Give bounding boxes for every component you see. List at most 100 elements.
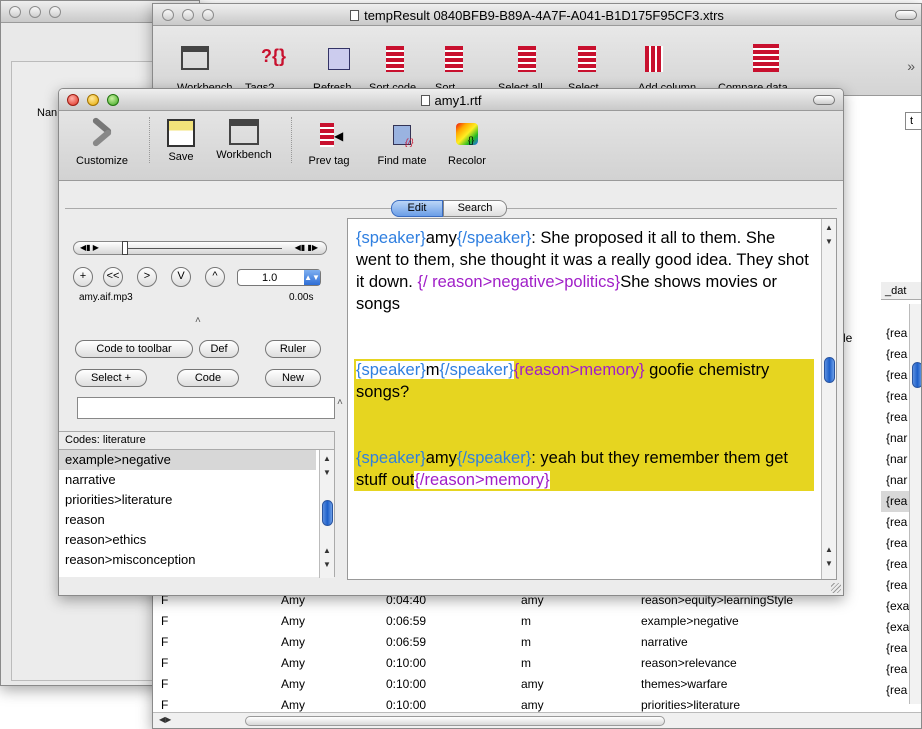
tab-edit[interactable]: Edit bbox=[391, 200, 443, 217]
table-row[interactable]: {nar bbox=[881, 449, 911, 470]
scroll-thumb[interactable] bbox=[912, 362, 921, 388]
new-button[interactable]: New bbox=[265, 369, 321, 387]
save-icon bbox=[167, 119, 195, 147]
rewind-button[interactable]: << bbox=[103, 267, 123, 287]
select-plus-button[interactable]: Select + bbox=[75, 369, 147, 387]
list-item[interactable]: priorities>literature bbox=[59, 490, 316, 510]
table-row[interactable]: {nar bbox=[881, 470, 911, 491]
toolbar-toggle-icon[interactable] bbox=[813, 95, 835, 105]
table-row-selected[interactable]: {rea bbox=[881, 491, 911, 512]
scroll-down-icon[interactable]: ▼ bbox=[825, 237, 833, 246]
select-icon[interactable] bbox=[578, 46, 596, 72]
table-row[interactable]: {rea bbox=[881, 344, 911, 365]
rate-select[interactable]: 1.0 ▲▼ bbox=[237, 269, 321, 286]
codes-scrollbar[interactable]: ▲ ▼ ▲ ▼ bbox=[319, 450, 334, 578]
sort-code-icon[interactable] bbox=[386, 46, 404, 72]
refresh-icon[interactable] bbox=[328, 48, 350, 70]
code-input[interactable] bbox=[77, 397, 335, 419]
table-row[interactable]: {rea bbox=[881, 533, 911, 554]
select-all-icon[interactable] bbox=[518, 46, 536, 72]
scroll-thumb[interactable] bbox=[824, 357, 835, 383]
volume-icon[interactable]: ◀▮ ▶ bbox=[80, 243, 99, 252]
scroll-down-icon[interactable]: ▼ bbox=[825, 559, 833, 568]
transcript-editor[interactable]: {speaker}amy{/speaker}: She proposed it … bbox=[347, 218, 837, 580]
resize-grip-icon[interactable] bbox=[831, 583, 841, 593]
data-column-scrollbar[interactable] bbox=[909, 304, 921, 704]
find-mate-icon: {/} bbox=[385, 119, 419, 151]
audio-time: 0.00s bbox=[289, 292, 314, 303]
table-row[interactable]: F Amy 0:06:59 m narrative bbox=[153, 632, 881, 653]
table-row[interactable]: {exa bbox=[881, 596, 911, 617]
list-item[interactable]: reason bbox=[59, 510, 316, 530]
scroll-thumb[interactable] bbox=[322, 500, 333, 526]
plus-button[interactable]: + bbox=[73, 267, 93, 287]
splitter-caret-icon[interactable]: ˄ bbox=[195, 315, 201, 326]
scrubber-track bbox=[122, 248, 282, 249]
scroll-down-icon[interactable]: ▼ bbox=[323, 468, 331, 477]
audio-scrubber[interactable]: ◀▮ ▶ ◀▮ ▮▶ bbox=[73, 241, 327, 255]
editor-scrollbar[interactable]: ▲ ▼ ▲ ▼ bbox=[821, 219, 836, 579]
table-row[interactable]: F Amy 0:10:00 m reason>relevance bbox=[153, 653, 881, 674]
save-button[interactable]: Save bbox=[159, 119, 203, 163]
scroll-up-icon[interactable]: ▲ bbox=[323, 454, 331, 463]
scroll-up-icon[interactable]: ▲ bbox=[323, 546, 331, 555]
add-column-icon[interactable] bbox=[645, 46, 663, 72]
input-caret-icon[interactable]: ˄ bbox=[337, 397, 343, 408]
workbench-icon[interactable] bbox=[181, 46, 209, 70]
table-row[interactable]: {rea bbox=[881, 680, 911, 701]
table-row[interactable]: {exa bbox=[881, 617, 911, 638]
scroll-down-icon[interactable]: ▼ bbox=[323, 560, 331, 569]
table-row[interactable]: F Amy 0:06:59 m example>negative bbox=[153, 611, 881, 632]
tags-icon[interactable]: ?{} bbox=[261, 46, 286, 67]
toolbar-toggle-icon[interactable] bbox=[895, 10, 917, 20]
horizontal-scroll-thumb[interactable] bbox=[245, 716, 665, 726]
table-row[interactable]: {rea bbox=[881, 386, 911, 407]
scroll-left-icon[interactable]: ◀▶ bbox=[159, 715, 171, 724]
prev-tag-button[interactable]: ◀ Prev tag bbox=[301, 119, 357, 167]
table-row[interactable]: {rea bbox=[881, 638, 911, 659]
scroll-up-icon[interactable]: ▲ bbox=[825, 545, 833, 554]
tab-search[interactable]: Search bbox=[443, 200, 507, 217]
table-row[interactable]: {rea bbox=[881, 659, 911, 680]
table-row[interactable]: {rea bbox=[881, 323, 911, 344]
def-button[interactable]: Def bbox=[199, 340, 239, 358]
table-row[interactable]: {rea bbox=[881, 407, 911, 428]
v-button[interactable]: V bbox=[171, 267, 191, 287]
workbench-button[interactable]: Workbench bbox=[207, 119, 281, 161]
toolbar-separator bbox=[149, 117, 150, 163]
code-to-toolbar-button[interactable]: Code to toolbar bbox=[75, 340, 193, 358]
recolor-icon: {} bbox=[450, 119, 484, 151]
scroll-up-icon[interactable]: ▲ bbox=[825, 223, 833, 232]
find-mate-button[interactable]: {/} Find mate bbox=[369, 119, 435, 167]
codes-header[interactable]: Codes: literature bbox=[59, 432, 334, 450]
table-row[interactable]: F Amy 0:10:00 amy priorities>literature bbox=[153, 695, 881, 712]
minimize-icon[interactable] bbox=[29, 6, 41, 18]
table-row[interactable]: {nar bbox=[881, 428, 911, 449]
customize-button[interactable]: Customize bbox=[67, 116, 137, 167]
table-row[interactable]: {rea bbox=[881, 575, 911, 596]
ruler-button[interactable]: Ruler bbox=[265, 340, 321, 358]
table-row[interactable]: {rea bbox=[881, 512, 911, 533]
list-item[interactable]: narrative bbox=[59, 470, 316, 490]
table-row[interactable]: {rea bbox=[881, 554, 911, 575]
sort-icon[interactable] bbox=[445, 46, 463, 72]
recolor-button[interactable]: {} Recolor bbox=[441, 119, 493, 167]
play-button[interactable]: > bbox=[137, 267, 157, 287]
list-item[interactable]: reason>misconception bbox=[59, 550, 316, 570]
close-icon[interactable] bbox=[9, 6, 21, 18]
list-item-selected[interactable]: example>negative bbox=[59, 450, 316, 470]
zoom-icon[interactable] bbox=[49, 6, 61, 18]
chevron-updown-icon[interactable]: ▲▼ bbox=[304, 270, 320, 285]
scrubber-knob[interactable] bbox=[122, 241, 128, 255]
table-row[interactable]: F Amy 0:10:00 amy themes>warfare bbox=[153, 674, 881, 695]
toolbar-overflow-icon[interactable]: » bbox=[907, 58, 915, 74]
code-button[interactable]: Code bbox=[177, 369, 239, 387]
compare-data-icon[interactable] bbox=[753, 44, 779, 72]
horizontal-scrollbar[interactable]: ◀▶ bbox=[153, 712, 921, 728]
caret-button[interactable]: ^ bbox=[205, 267, 225, 287]
step-icons[interactable]: ◀▮ ▮▶ bbox=[295, 243, 318, 252]
search-field-stub[interactable]: t bbox=[905, 112, 921, 130]
data-column-header[interactable]: _dat bbox=[881, 282, 921, 300]
table-row[interactable]: {rea bbox=[881, 365, 911, 386]
list-item[interactable]: reason>ethics bbox=[59, 530, 316, 550]
